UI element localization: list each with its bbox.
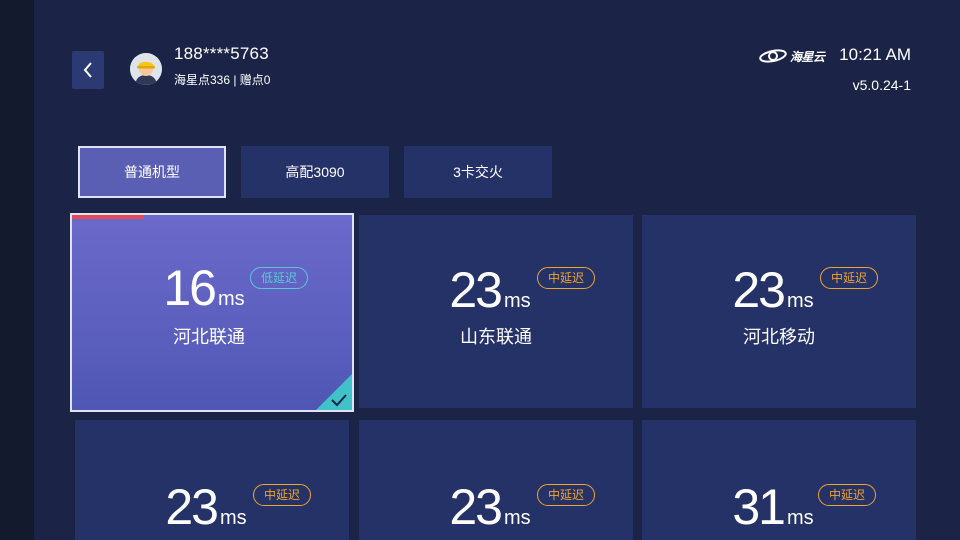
latency-unit: ms (503, 507, 531, 529)
latency-number: 16 (163, 260, 217, 316)
chevron-left-icon (83, 62, 92, 78)
server-card[interactable]: 31 ms 中延迟 (642, 420, 916, 540)
latency-value: 16 ms (72, 259, 344, 317)
latency-unit: ms (219, 507, 247, 529)
brand-logo-text: 海星云 (790, 49, 825, 64)
latency-badge: 中延迟 (537, 484, 596, 506)
latency-badge: 中延迟 (253, 484, 312, 506)
back-button[interactable] (72, 51, 104, 89)
latency-number: 23 (449, 262, 503, 318)
latency-badge: 中延迟 (537, 267, 596, 289)
latency-unit: ms (217, 288, 245, 310)
server-card[interactable]: 23 ms 中延迟 山东联通 (359, 215, 633, 408)
latency-number: 31 (732, 479, 786, 535)
user-phone: 188****5763 (174, 44, 269, 63)
app-version: v5.0.24-1 (852, 77, 911, 93)
server-card[interactable]: 23 ms 中延迟 (75, 420, 349, 540)
region-label: 河北移动 (743, 327, 815, 347)
server-card[interactable]: 23 ms 中延迟 河北移动 (642, 215, 916, 408)
tab-3-card[interactable]: 3卡交火 (404, 146, 552, 198)
latency-unit: ms (503, 290, 531, 312)
latency-unit: ms (786, 290, 814, 312)
planet-logo-icon (759, 49, 787, 63)
server-card[interactable]: 23 ms 中延迟 (359, 420, 633, 540)
worker-avatar-icon (130, 53, 162, 85)
clock: 10:21 AM (839, 45, 911, 64)
latency-badge: 中延迟 (820, 267, 879, 289)
region-label: 河北联通 (173, 327, 245, 347)
latency-badge: 低延迟 (250, 267, 309, 289)
latency-number: 23 (449, 479, 503, 535)
region-label: 山东联通 (460, 327, 532, 347)
server-card[interactable]: 16 ms 低延迟 河北联通 (70, 213, 354, 412)
checkmark-icon (316, 374, 352, 410)
selected-indicator (72, 215, 144, 219)
brand-logo: 海星云 (758, 45, 834, 67)
tab-high-3090[interactable]: 高配3090 (241, 146, 389, 198)
user-points: 海星点336 | 赠点0 (174, 73, 271, 87)
latency-number: 23 (165, 479, 219, 535)
latency-number: 23 (732, 262, 786, 318)
avatar[interactable] (130, 53, 162, 85)
latency-badge: 中延迟 (818, 484, 877, 506)
latency-unit: ms (786, 507, 814, 529)
tab-standard[interactable]: 普通机型 (78, 146, 226, 198)
